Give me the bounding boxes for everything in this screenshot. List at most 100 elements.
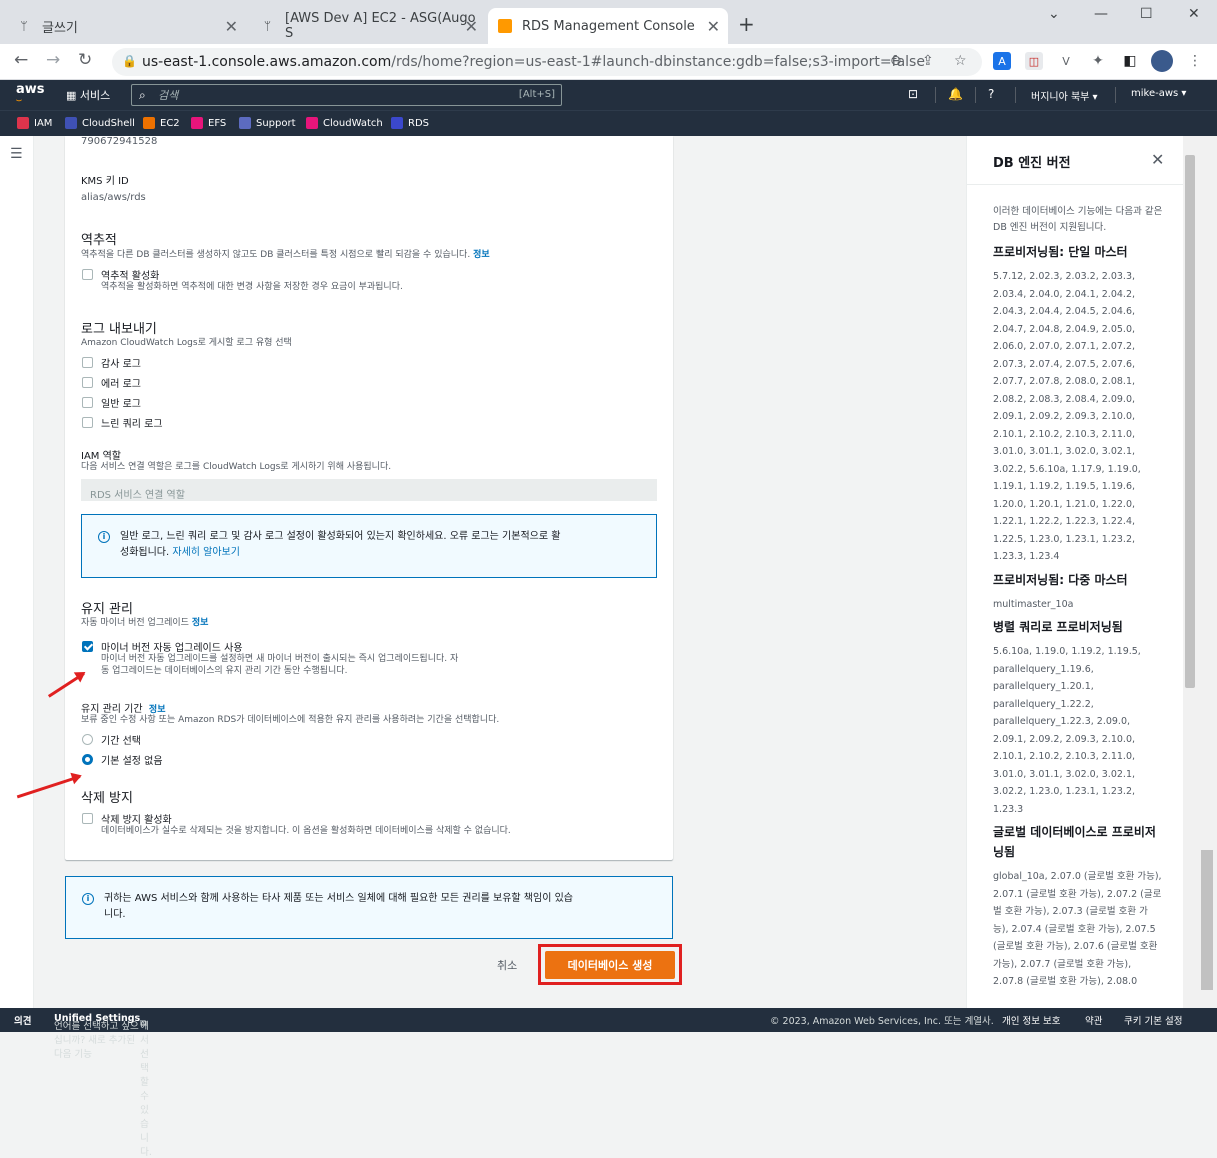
extension-icon[interactable]: ◫ (1025, 52, 1043, 70)
address-row: ← → ↻ 🔒 us-east-1.console.aws.amazon.com… (0, 44, 1217, 80)
cookie-preferences-link[interactable]: 쿠키 기본 설정 (1124, 1013, 1182, 1027)
favorite-ec2[interactable]: EC2 (143, 117, 180, 129)
aws-logo[interactable]: aws ⌣ (16, 83, 45, 107)
help-scrollbar-thumb[interactable] (1185, 155, 1195, 688)
extension-v-icon[interactable]: V (1057, 52, 1075, 70)
no-preference-radio[interactable] (82, 754, 93, 765)
favorite-rds[interactable]: RDS (391, 117, 429, 129)
browser-tab-active[interactable]: RDS Management Console ✕ (488, 8, 728, 44)
services-menu[interactable]: ▦ 서비스 (66, 87, 110, 103)
help-panel: DB 엔진 버전 ✕ 이러한 데이터베이스 기능에는 다음과 같은 DB 엔진 … (966, 136, 1183, 1008)
trident-icon: ᛘ (20, 19, 28, 33)
kms-label: KMS 키 ID (81, 176, 129, 187)
deletion-protection-checkbox[interactable] (82, 813, 93, 824)
deletion-protection-desc: 데이터베이스가 실수로 삭제되는 것을 방지합니다. 이 옵션을 활성화하면 데… (101, 826, 511, 836)
info-link[interactable]: 정보 (192, 618, 209, 628)
help-section-text: global_10a, 2.07.0 (글로벌 호환 가능), 2.07.1 (… (993, 871, 1162, 987)
region-selector[interactable]: 버지니아 북부 ▾ (1031, 88, 1098, 103)
sidebar-icon[interactable]: ◧ (1121, 52, 1139, 70)
forward-icon[interactable]: → (46, 50, 60, 70)
cloudshell-icon (65, 117, 77, 129)
slow-query-log-checkbox[interactable] (82, 417, 93, 428)
close-icon[interactable]: ✕ (465, 17, 478, 36)
favorite-iam[interactable]: IAM (17, 117, 52, 129)
bookmark-star-icon[interactable]: ☆ (954, 53, 967, 69)
left-nav: ☰ (0, 136, 34, 1008)
log-export-title: 로그 내보내기 (81, 322, 157, 337)
copyright: © 2023, Amazon Web Services, Inc. 또는 계열사… (770, 1016, 994, 1027)
share-icon[interactable]: ⇪ (922, 53, 934, 69)
kms-value: alias/aws/rds (81, 192, 146, 203)
page-scrollbar-thumb[interactable] (1201, 850, 1213, 990)
backtrack-title: 역추적 (81, 233, 117, 248)
maintenance-window-desc: 보류 중인 수정 사항 또는 Amazon RDS가 데이터베이스에 적용한 유… (81, 715, 500, 725)
more-vert-icon[interactable]: ⋮ (1186, 52, 1204, 70)
general-log-checkbox[interactable] (82, 397, 93, 408)
feedback-link[interactable]: 의견 (14, 1013, 31, 1027)
favorite-cloudshell[interactable]: CloudShell (65, 117, 135, 129)
help-section-title: 프로비저닝됨: 단일 마스터 (993, 245, 1128, 259)
favorites-bar: IAM CloudShell EC2 EFS Support CloudWatc… (0, 110, 1217, 136)
window-close-icon[interactable]: ✕ (1188, 6, 1200, 22)
maintenance-window-title: 유지 관리 기간 정보 (81, 704, 166, 715)
account-menu[interactable]: mike-aws ▾ (1131, 88, 1186, 99)
new-tab-icon[interactable]: + (738, 12, 755, 36)
trident-icon: ᛘ (263, 19, 272, 33)
info-icon: i (98, 531, 110, 543)
hamburger-menu-icon[interactable]: ☰ (10, 146, 23, 162)
cancel-button[interactable]: 취소 (497, 957, 517, 973)
puzzle-icon[interactable]: ✦ (1089, 52, 1107, 70)
backtrack-checkbox[interactable] (82, 269, 93, 280)
log-info-text: 일반 로그, 느린 쿼리 로그 및 감사 로그 설정이 활성화되어 있는지 확인… (120, 531, 561, 558)
translate-extension-icon[interactable]: A (993, 52, 1011, 70)
iam-role-desc: 다음 서비스 연결 역할은 로그를 CloudWatch Logs로 게시하기 … (81, 462, 392, 472)
grid-icon: ▦ (66, 89, 77, 102)
bell-icon[interactable]: 🔔 (948, 87, 963, 101)
window-select-radio[interactable] (82, 734, 93, 745)
privacy-link[interactable]: 개인 정보 보호 (1002, 1013, 1060, 1027)
maintenance-desc: 자동 마이너 버전 업그레이드 정보 (81, 618, 209, 628)
slow-query-log-label: 느린 쿼리 로그 (101, 419, 163, 430)
zoom-icon[interactable]: ⊖ (890, 53, 902, 69)
iam-icon (17, 117, 29, 129)
learn-more-link[interactable]: 자세히 알아보기 (172, 547, 240, 558)
reload-icon[interactable]: ↻ (78, 50, 92, 70)
favorite-efs[interactable]: EFS (191, 117, 226, 129)
rds-icon (391, 117, 403, 129)
search-input[interactable]: ⌕ 검색 [Alt+S] (131, 84, 562, 106)
minimize-icon[interactable]: — (1094, 6, 1108, 22)
maximize-icon[interactable]: ☐ (1140, 6, 1153, 22)
third-party-notice-text: 귀하는 AWS 서비스와 함께 사용하는 타사 제품 또는 서비스 일체에 대해… (104, 893, 573, 920)
terms-link[interactable]: 약관 (1085, 1013, 1102, 1027)
error-log-checkbox[interactable] (82, 377, 93, 388)
browser-tab[interactable]: ᛘ [AWS Dev A] EC2 - ASG(Augo S ✕ (250, 8, 486, 44)
favorite-cloudwatch[interactable]: CloudWatch (306, 117, 383, 129)
close-icon[interactable]: ✕ (707, 17, 720, 36)
general-log-label: 일반 로그 (101, 399, 141, 410)
url-path: /rds/home?region=us-east-1#launch-dbinst… (391, 54, 925, 70)
auto-minor-upgrade-label: 마이너 버전 자동 업그레이드 사용 (101, 643, 243, 654)
cloudshell-icon[interactable]: ⊡ (908, 87, 918, 101)
no-preference-label: 기본 설정 없음 (101, 756, 163, 767)
help-section-text: 5.6.10a, 1.19.0, 1.19.2, 1.19.5, paralle… (993, 646, 1141, 815)
cloudwatch-icon (306, 117, 318, 129)
favorite-support[interactable]: Support (239, 117, 296, 129)
info-link[interactable]: 정보 (473, 250, 490, 260)
log-info-box: i 일반 로그, 느린 쿼리 로그 및 감사 로그 설정이 활성화되어 있는지 … (81, 514, 657, 578)
url-bar[interactable]: 🔒 us-east-1.console.aws.amazon.com/rds/h… (112, 48, 982, 76)
window-select-label: 기간 선택 (101, 736, 141, 747)
audit-log-checkbox[interactable] (82, 357, 93, 368)
help-section-title: 프로비저닝됨: 다중 마스터 (993, 572, 1128, 587)
avatar[interactable] (1151, 50, 1173, 72)
create-database-button[interactable]: 데이터베이스 생성 (545, 951, 675, 979)
help-divider (967, 184, 1183, 185)
close-icon[interactable]: ✕ (1151, 150, 1164, 169)
help-icon[interactable]: ? (988, 87, 994, 101)
deletion-protection-title: 삭제 방지 (81, 791, 133, 806)
chevron-down-icon[interactable]: ⌄ (1048, 6, 1060, 22)
third-party-notice: i 귀하는 AWS 서비스와 함께 사용하는 타사 제품 또는 서비스 일체에 … (65, 876, 673, 939)
back-icon[interactable]: ← (14, 50, 28, 70)
close-icon[interactable]: ✕ (225, 17, 238, 36)
browser-tab[interactable]: ᛘ 글쓰기 ✕ (6, 8, 246, 44)
auto-minor-upgrade-checkbox[interactable] (82, 641, 93, 652)
